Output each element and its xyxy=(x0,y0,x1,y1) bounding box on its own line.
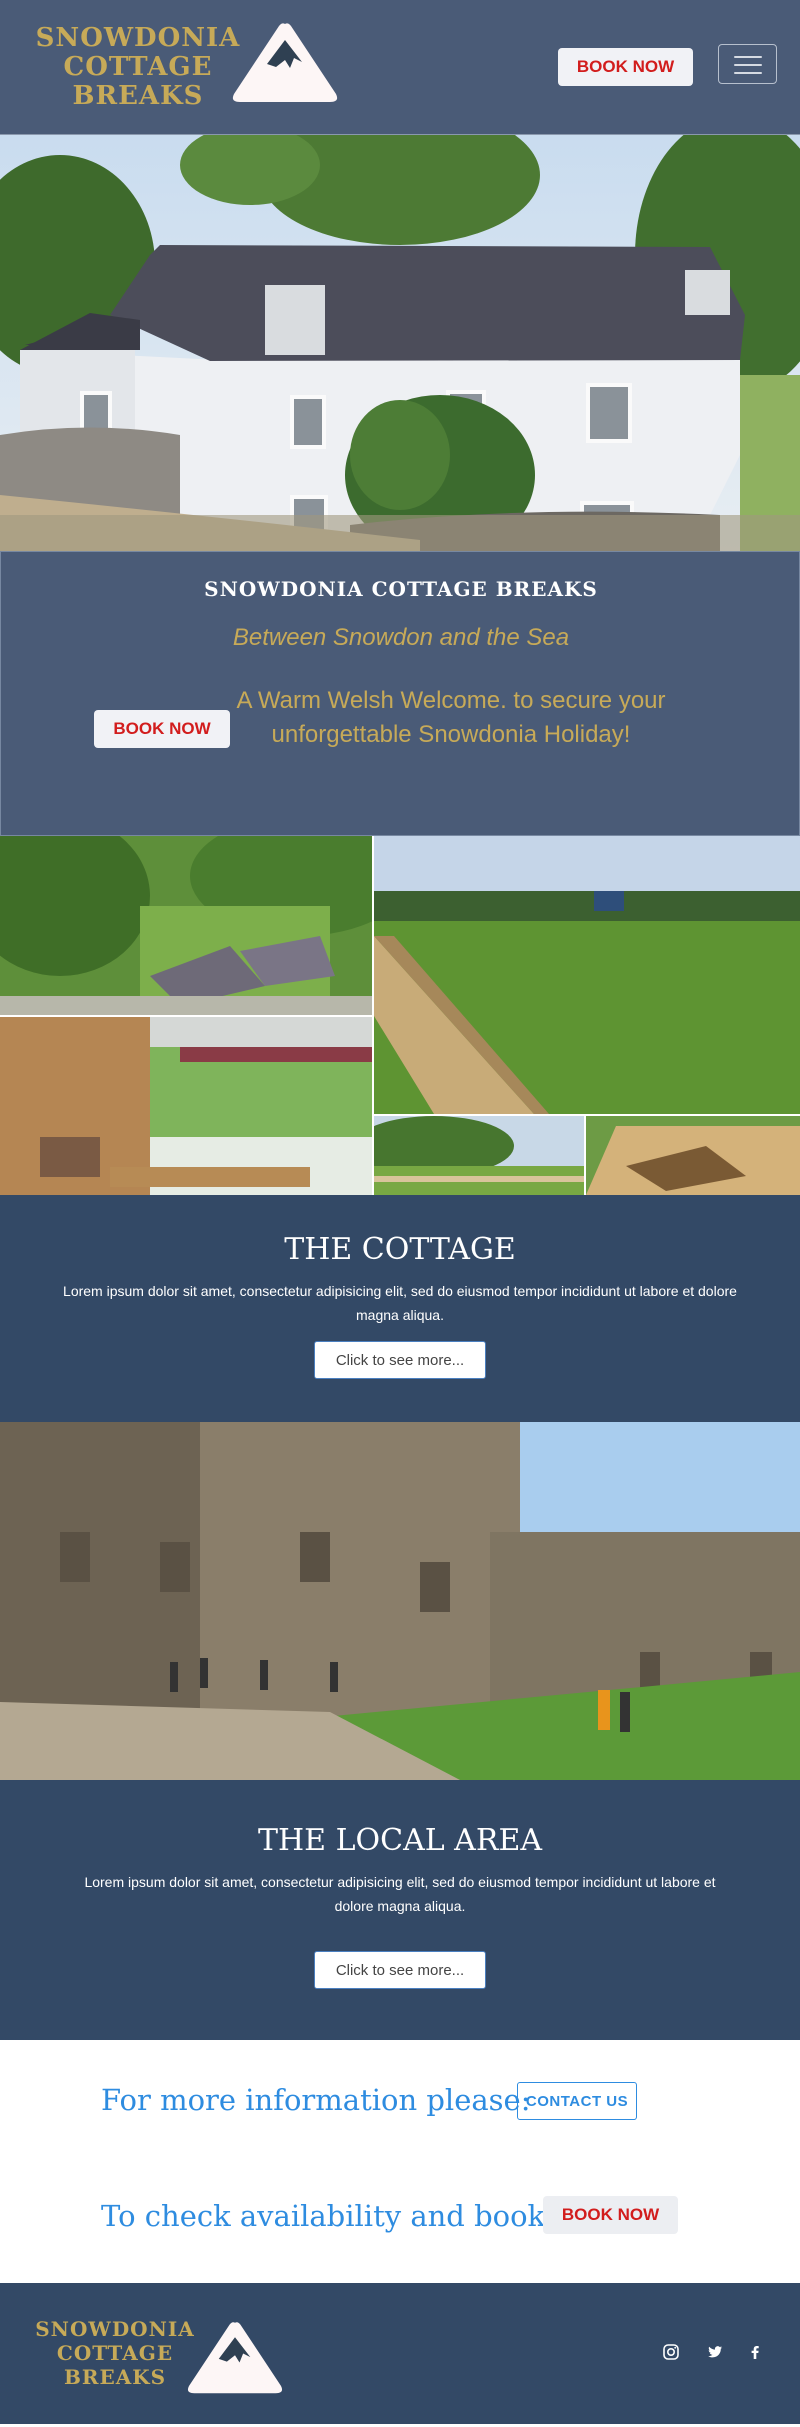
navbar: SNOWDONIA COTTAGE BREAKS BOOK NOW xyxy=(0,0,800,135)
brand-line-1: SNOWDONIA xyxy=(35,23,241,53)
more-info-text: For more information please: xyxy=(101,2083,531,2117)
instagram-icon[interactable] xyxy=(660,2341,682,2363)
garden-photo[interactable] xyxy=(0,836,372,1015)
hero-cottage-image xyxy=(0,135,800,551)
welcome-book-now-button[interactable]: BOOK NOW xyxy=(94,710,230,748)
terrace-photo[interactable] xyxy=(0,1017,372,1195)
cottage-description: Lorem ipsum dolor sit amet, consectetur … xyxy=(63,1283,737,1323)
local-area-section: THE LOCAL AREA Lorem ipsum dolor sit ame… xyxy=(0,1780,800,2040)
cottage-title: THE COTTAGE xyxy=(284,1232,516,1267)
mountain-logo-icon[interactable] xyxy=(230,22,340,104)
footer-mountain-logo-icon[interactable] xyxy=(185,2321,285,2395)
hillside-photo[interactable] xyxy=(374,1116,584,1195)
brand-line-3: BREAKS xyxy=(72,81,204,111)
cottage-see-more-button[interactable]: Click to see more... xyxy=(314,1341,486,1379)
brand-line-2: COTTAGE xyxy=(63,52,213,82)
decking-photo[interactable] xyxy=(586,1116,800,1195)
castle-image xyxy=(0,1422,800,1780)
footer-brand-line-1: SNOWDONIA xyxy=(35,2317,195,2341)
footer-brand-name[interactable]: SNOWDONIA COTTAGE BREAKS xyxy=(25,2317,205,2389)
book-now-button[interactable]: BOOK NOW xyxy=(558,48,693,86)
hay-field-photo[interactable] xyxy=(374,836,800,1114)
footer-brand-line-2: COTTAGE xyxy=(56,2341,174,2365)
contact-us-button[interactable]: CONTACT US xyxy=(517,2082,637,2120)
menu-toggle-icon[interactable] xyxy=(718,44,777,84)
availability-text: To check availability and book: xyxy=(101,2199,555,2233)
welcome-text: A Warm Welsh Welcome. to secure your unf… xyxy=(236,687,666,748)
welcome-section: SNOWDONIA COTTAGE BREAKS Between Snowdon… xyxy=(0,551,800,836)
footer-brand-line-3: BREAKS xyxy=(63,2365,167,2389)
brand-name[interactable]: SNOWDONIA COTTAGE BREAKS xyxy=(33,24,243,111)
local-area-title: THE LOCAL AREA xyxy=(257,1823,543,1858)
info-section: For more information please: CONTACT US … xyxy=(0,2040,800,2283)
availability-book-now-button[interactable]: BOOK NOW xyxy=(543,2196,678,2234)
cottage-section: THE COTTAGE Lorem ipsum dolor sit amet, … xyxy=(0,1195,800,1422)
local-area-see-more-button[interactable]: Click to see more... xyxy=(314,1951,486,1989)
welcome-subtitle: Between Snowdon and the Sea xyxy=(232,624,570,651)
footer: SNOWDONIA COTTAGE BREAKS xyxy=(0,2283,800,2424)
welcome-title: SNOWDONIA COTTAGE BREAKS xyxy=(204,577,598,601)
photo-gallery xyxy=(0,836,800,1195)
twitter-icon[interactable] xyxy=(704,2341,726,2363)
local-area-description: Lorem ipsum dolor sit amet, consectetur … xyxy=(84,1874,716,1914)
facebook-icon[interactable] xyxy=(744,2341,766,2363)
